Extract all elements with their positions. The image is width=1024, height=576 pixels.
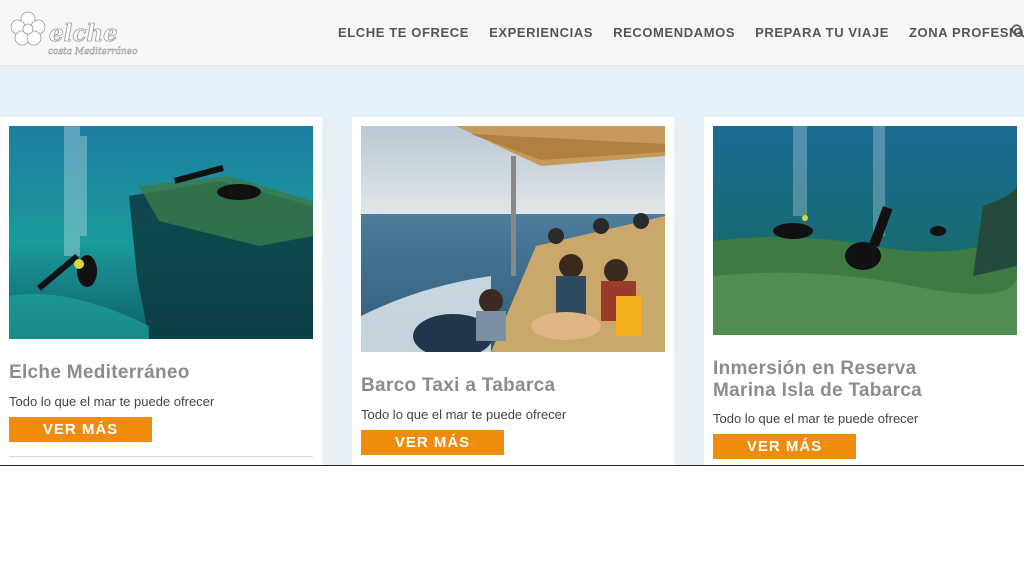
underwater-divers-photo — [9, 126, 313, 339]
ver-mas-button[interactable]: VER MÁS — [361, 430, 504, 455]
card-title: Barco Taxi a Tabarca — [361, 375, 556, 396]
search-icon[interactable] — [1011, 24, 1024, 38]
card-description: Todo lo que el mar te puede ofrecer — [361, 407, 567, 422]
nav-elche-te-ofrece[interactable]: ELCHE TE OFRECE — [338, 25, 469, 40]
page-divider — [0, 465, 1024, 466]
elche-logo[interactable]: elche costa Mediterráneo — [6, 8, 151, 58]
svg-text:costa Mediterráneo: costa Mediterráneo — [48, 46, 138, 57]
card-elche-mediterraneo: Elche Mediterráneo Todo lo que el mar te… — [0, 117, 322, 465]
card-description: Todo lo que el mar te puede ofrecer — [9, 394, 215, 409]
card-barco-taxi-tabarca: Barco Taxi a Tabarca Todo lo que el mar … — [352, 117, 674, 465]
card-description: Todo lo que el mar te puede ofrecer — [713, 411, 919, 426]
main-nav: ELCHE TE OFRECE EXPERIENCIAS RECOMENDAMO… — [338, 25, 1024, 40]
ver-mas-button[interactable]: VER MÁS — [713, 434, 856, 459]
card-title: Inmersión en Reserva Marina Isla de Taba… — [713, 358, 923, 401]
site-header: elche costa Mediterráneo ELCHE TE OFRECE… — [0, 0, 1024, 66]
nav-zona-profesional[interactable]: ZONA PROFESIONAL — [909, 25, 1024, 40]
nav-recomendamos[interactable]: RECOMENDAMOS — [613, 25, 735, 40]
seagrass-divers-photo — [713, 126, 1017, 335]
card-title: Elche Mediterráneo — [9, 362, 190, 383]
card-inmersion-tabarca: Inmersión en Reserva Marina Isla de Taba… — [704, 117, 1024, 465]
boat-passengers-photo — [361, 126, 665, 352]
nav-experiencias[interactable]: EXPERIENCIAS — [489, 25, 593, 40]
svg-text:elche: elche — [49, 20, 118, 47]
card-divider — [9, 456, 313, 457]
nav-prepara-tu-viaje[interactable]: PREPARA TU VIAJE — [755, 25, 889, 40]
ver-mas-button[interactable]: VER MÁS — [9, 417, 152, 442]
